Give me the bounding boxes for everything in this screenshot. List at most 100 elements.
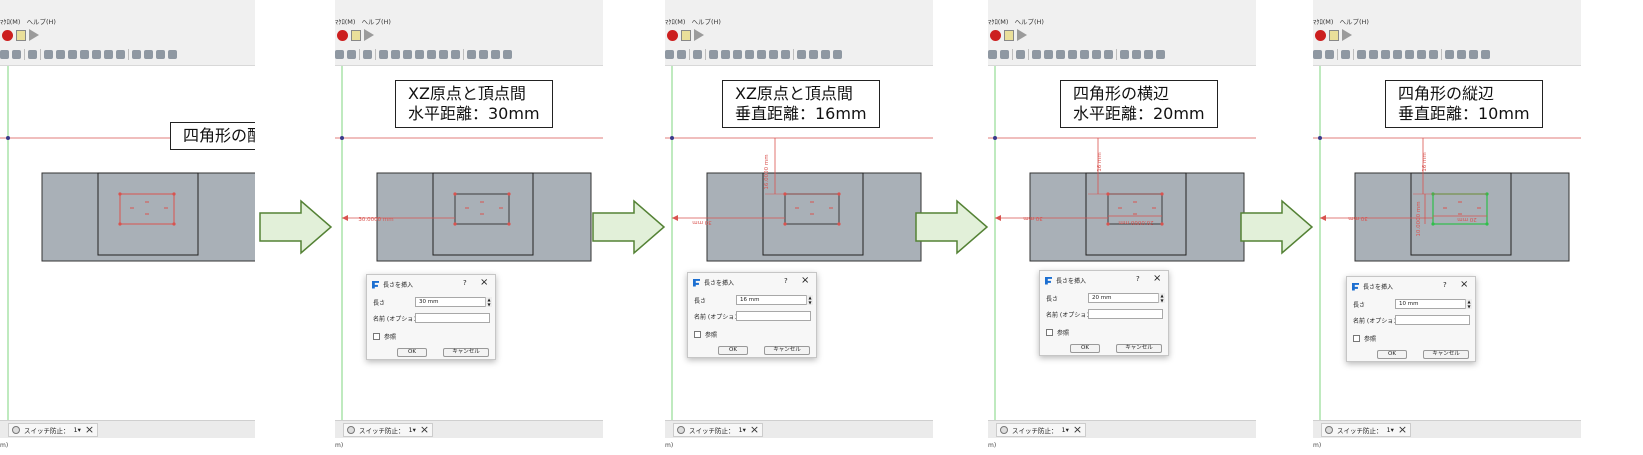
tool-icon[interactable] [403,49,412,59]
menu-item[interactable]: ﾏｸﾛ(M) [1313,18,1333,26]
cancel-button[interactable]: キャンセル [764,346,810,355]
macro-editor-icon[interactable] [1329,29,1339,41]
sketch-vertex[interactable] [837,222,841,226]
length-input[interactable]: 10 mm [1395,299,1470,309]
menu-item[interactable]: ﾏｸﾛ(M) [988,18,1008,26]
tool-icon[interactable] [1457,49,1466,59]
document-tab[interactable]: スイッチ防止： 1▾ × [996,423,1087,437]
run-macro-icon[interactable] [694,29,704,41]
tool-icon[interactable] [665,49,674,59]
run-macro-icon[interactable] [29,29,39,41]
sketch-vertex[interactable] [118,192,122,196]
tool-icon[interactable] [1325,49,1334,59]
tool-icon[interactable] [988,49,997,59]
sketch-vertex[interactable] [172,222,176,226]
tool-icon[interactable] [769,49,778,59]
record-macro-icon[interactable] [1315,29,1326,41]
cancel-button[interactable]: キャンセル [443,348,489,357]
dimension-label[interactable]: 20 mm [1457,216,1476,222]
dimension-label[interactable]: 16.0000 mm [764,154,770,189]
length-spinner[interactable]: ▲ ▼ [1465,299,1472,309]
ok-button[interactable]: OK [397,348,427,357]
tool-icon[interactable] [797,49,806,59]
sketch-vertex[interactable] [1485,222,1489,226]
tool-icon[interactable] [491,49,500,59]
tool-icon[interactable] [1144,49,1153,59]
tool-icon[interactable] [1156,49,1165,59]
3d-view[interactable] [0,66,255,420]
tool-icon[interactable] [821,49,830,59]
document-tab[interactable]: スイッチ防止： 1▾ × [673,423,764,437]
tool-icon[interactable] [451,49,460,59]
help-icon[interactable]: ? [463,279,467,287]
menu-item[interactable]: ヘルプ(H) [691,18,720,26]
run-macro-icon[interactable] [1017,29,1027,41]
tool-icon[interactable] [427,49,436,59]
dimension-label[interactable]: 30 mm [1023,215,1042,221]
tool-icon[interactable] [1016,49,1025,59]
sketch-vertex[interactable] [1160,222,1164,226]
reference-checkbox-row[interactable]: 参照 [694,330,717,339]
tool-icon[interactable] [335,49,344,59]
menu-item[interactable]: ﾏｸﾛ(M) [335,18,355,26]
macro-editor-icon[interactable] [16,29,26,41]
name-input[interactable] [1395,315,1470,325]
tool-icon[interactable] [479,49,488,59]
close-tab-icon[interactable]: × [420,424,429,435]
tool-icon[interactable] [809,49,818,59]
close-icon[interactable]: × [1460,279,1468,290]
tool-icon[interactable] [92,49,101,59]
macro-editor-icon[interactable] [351,29,361,41]
tool-icon[interactable] [1313,49,1322,59]
tool-icon[interactable] [0,49,9,59]
reference-checkbox[interactable] [373,333,380,340]
tool-icon[interactable] [1469,49,1478,59]
sketch-vertex[interactable] [507,192,511,196]
macro-editor-icon[interactable] [1004,29,1014,41]
length-spinner[interactable]: ▲ ▼ [806,295,813,305]
tool-icon[interactable] [80,49,89,59]
run-macro-icon[interactable] [1342,29,1352,41]
tool-icon[interactable] [391,49,400,59]
ok-button[interactable]: OK [718,346,748,355]
tool-icon[interactable] [503,49,512,59]
sketch-vertex[interactable] [1431,222,1435,226]
tool-icon[interactable] [693,49,702,59]
tool-icon[interactable] [1044,49,1053,59]
tool-icon[interactable] [677,49,686,59]
tool-icon[interactable] [104,49,113,59]
sketch-vertex[interactable] [172,192,176,196]
tool-icon[interactable] [68,49,77,59]
sketch-vertex[interactable] [507,222,511,226]
tool-icon[interactable] [144,49,153,59]
dimension-label[interactable]: 30.0000 mm [358,217,393,223]
menu-item[interactable]: ヘルプ(H) [1339,18,1368,26]
tool-icon[interactable] [1132,49,1141,59]
reference-checkbox-row[interactable]: 参照 [1046,328,1069,337]
menu-item[interactable]: ﾏｸﾛ(M) [665,18,685,26]
tool-icon[interactable] [439,49,448,59]
tool-icon[interactable] [12,49,21,59]
macro-editor-icon[interactable] [681,29,691,41]
tool-icon[interactable] [1104,49,1113,59]
tool-icon[interactable] [347,49,356,59]
reference-checkbox[interactable] [1353,335,1360,342]
tool-icon[interactable] [1032,49,1041,59]
length-input[interactable]: 20 mm [1088,293,1163,303]
sketch-vertex[interactable] [453,192,457,196]
document-tab[interactable]: スイッチ防止： 1▾ × [1321,423,1412,437]
cancel-button[interactable]: キャンセル [1116,344,1162,353]
tool-icon[interactable] [1120,49,1129,59]
tool-icon[interactable] [156,49,165,59]
help-icon[interactable]: ? [1136,275,1140,283]
tool-icon[interactable] [709,49,718,59]
name-input[interactable] [415,313,490,323]
close-tab-icon[interactable]: × [750,424,759,435]
dimension-label[interactable]: 10.0000 mm [1416,201,1422,236]
length-input[interactable]: 16 mm [736,295,811,305]
tool-icon[interactable] [757,49,766,59]
record-macro-icon[interactable] [337,29,348,41]
reference-checkbox[interactable] [694,331,701,338]
reference-checkbox[interactable] [1046,329,1053,336]
document-tab[interactable]: スイッチ防止： 1▾ × [8,423,99,437]
